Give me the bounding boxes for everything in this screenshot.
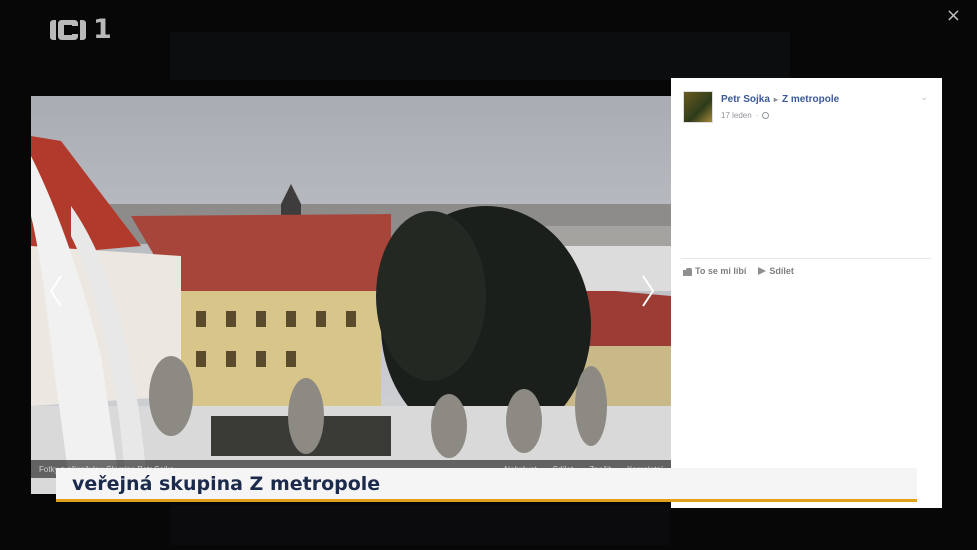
avatar[interactable] [683, 91, 713, 123]
group-link[interactable]: Z metropole [782, 94, 839, 105]
post-author-line: Petr Sojka ▸ Z metropole [721, 94, 839, 105]
chevron-down-icon[interactable]: ⌄ [920, 92, 928, 103]
thumbs-up-icon [683, 267, 692, 276]
background-page-content [170, 505, 670, 545]
background-page-header [170, 32, 790, 80]
post-photo[interactable] [31, 96, 671, 494]
post-details-panel: Petr Sojka ▸ Z metropole 17 leden · ⌄ To… [671, 78, 942, 508]
share-label: Sdílet [769, 266, 794, 276]
channel-logo: 1 [48, 14, 113, 45]
share-button[interactable]: Sdílet [758, 266, 794, 276]
post-date[interactable]: 17 leden [721, 111, 752, 120]
share-arrow-icon [758, 267, 767, 275]
divider [681, 258, 931, 259]
post-actions: To se mi líbí Sdílet [683, 266, 794, 276]
globe-icon [762, 112, 770, 119]
caption-text: veřejná skupina Z metropole [72, 472, 381, 495]
author-link[interactable]: Petr Sojka [721, 94, 770, 105]
lower-third-caption: veřejná skupina Z metropole [56, 468, 917, 502]
separator-dot: · [755, 111, 759, 120]
arrow-right-icon: ▸ [773, 95, 778, 104]
prague-rooftops-image [31, 96, 671, 494]
like-button[interactable]: To se mi líbí [683, 266, 746, 276]
close-icon[interactable]: × [946, 5, 961, 26]
ct-logo-icon [50, 19, 86, 40]
like-label: To se mi líbí [695, 266, 747, 276]
channel-number: 1 [93, 14, 113, 45]
post-date-line: 17 leden · [721, 111, 839, 120]
post-header: Petr Sojka ▸ Z metropole 17 leden · [683, 91, 839, 123]
post-meta: Petr Sojka ▸ Z metropole 17 leden · [721, 91, 839, 123]
